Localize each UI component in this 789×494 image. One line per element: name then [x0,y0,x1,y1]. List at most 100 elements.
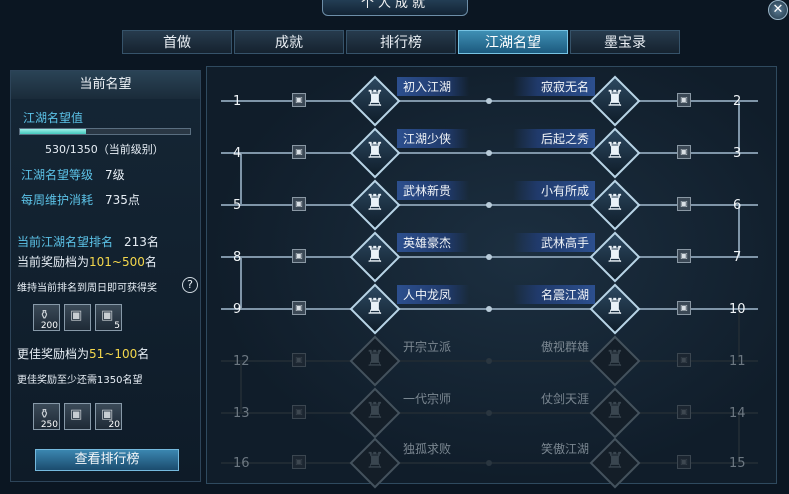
silver-bag-icon[interactable]: ⚱ 200 [33,304,60,331]
ladder-dot [486,254,492,260]
rank-node-8[interactable]: ♜ [349,231,401,283]
rank-node-14[interactable]: ♜ [589,387,641,439]
reward-chest-icon[interactable]: ▣ [677,455,691,469]
warrior-figure-icon: ♜ [605,243,625,268]
chest-icon[interactable]: ▣ [64,403,91,430]
panel-header: 当前名望 [11,71,200,99]
rank-node-10[interactable]: ♜ [589,283,641,335]
silver-bag-icon[interactable]: ⚱ 250 [33,403,60,430]
reward-chest-icon[interactable]: ▣ [677,405,691,419]
tab-achievements[interactable]: 成就 [234,30,344,54]
warrior-figure-icon: ♜ [365,449,385,474]
rank-title-12: 开宗立派 [403,340,452,354]
rank-node-5[interactable]: ♜ [349,179,401,231]
fame-progress-fill [20,129,87,134]
warrior-figure-icon: ♜ [365,191,385,216]
reward-chest-icon[interactable]: ▣ [292,455,306,469]
better-tier-label: 更佳奖励档为 [17,347,90,361]
rank-node-6[interactable]: ♜ [589,179,641,231]
warrior-figure-icon: ♜ [605,87,625,112]
rank-node-1[interactable]: ♜ [349,75,401,127]
window-title: 个人成就 [322,0,468,16]
reward-tier-value: 101~500 [89,255,145,269]
better-tier-line: 更佳奖励档为51~100名 [17,345,149,362]
rank-label: 当前江湖名望排名 [17,235,114,249]
reward-chest-icon[interactable]: ▣ [677,145,691,159]
rank-node-16[interactable]: ♜ [349,437,401,489]
rank-node-12[interactable]: ♜ [349,335,401,387]
chest-icon[interactable]: ▣ [64,304,91,331]
reward-chest-icon[interactable]: ▣ [677,353,691,367]
fame-label: 江湖名望值 [23,111,84,125]
warrior-figure-icon: ♜ [365,87,385,112]
reward-chest-icon[interactable]: ▣ [292,93,306,107]
rank-number-12: 12 [233,354,250,369]
rank-title-15: 笑傲江湖 [540,442,589,456]
warrior-figure-icon: ♜ [365,139,385,164]
reward-tier-line: 当前奖励档为101~500名 [17,253,157,270]
rank-value: 213名 [124,235,159,249]
reward-chest-icon[interactable]: ▣ [677,301,691,315]
rank-number-9: 9 [233,302,242,317]
rank-number-3: 3 [733,146,742,161]
reward-items-current: ⚱ 200 ▣ ▣ 5 [33,304,122,331]
rank-title-5: 武林新贵 [397,181,469,200]
reward-chest-icon[interactable]: ▣ [292,301,306,315]
tab-first-kill[interactable]: 首做 [122,30,232,54]
rank-node-11[interactable]: ♜ [589,335,641,387]
warrior-figure-icon: ♜ [365,399,385,424]
rank-number-10: 10 [729,302,746,317]
rank-number-1: 1 [233,94,242,109]
rank-number-15: 15 [729,456,746,471]
ladder-dot [486,98,492,104]
ladder-path [221,98,758,466]
reward-chest-icon[interactable]: ▣ [677,197,691,211]
rank-title-2: 寂寂无名 [513,77,595,96]
warrior-figure-icon: ♜ [365,347,385,372]
ladder-dot [486,460,492,466]
warrior-figure-icon: ♜ [605,295,625,320]
tab-calligraphy[interactable]: 墨宝录 [570,30,680,54]
ladder-dot [486,358,492,364]
rank-node-7[interactable]: ♜ [589,231,641,283]
rank-title-16: 独孤求败 [403,442,452,456]
reward-chest-icon[interactable]: ▣ [292,197,306,211]
reputation-panel: 当前名望 江湖名望值 530/1350（当前级别） 江湖名望等级 7级 每周维护… [10,70,201,482]
rank-node-2[interactable]: ♜ [589,75,641,127]
view-leaderboard-button[interactable]: 查看排行榜 [35,449,179,471]
rank-title-14: 仗剑天涯 [540,392,589,406]
reward-chest-icon[interactable]: ▣ [292,405,306,419]
chest-icon[interactable]: ▣ 20 [95,403,122,430]
reward-chest-icon[interactable]: ▣ [292,145,306,159]
close-button[interactable]: ✕ [768,0,788,20]
help-icon[interactable]: ? [182,277,198,293]
keep-rank-text: 维持当前排名到周日即可获得奖 [17,283,157,294]
tab-bar: 首做 成就 排行榜 江湖名望 墨宝录 [122,30,680,54]
warrior-figure-icon: ♜ [365,243,385,268]
tab-leaderboard[interactable]: 排行榜 [346,30,456,54]
ladder-dot [486,150,492,156]
rank-title-10: 名震江湖 [513,285,595,304]
warrior-figure-icon: ♜ [605,347,625,372]
chest-icon[interactable]: ▣ 5 [95,304,122,331]
rank-number-11: 11 [729,354,746,369]
tab-reputation[interactable]: 江湖名望 [458,30,568,54]
reward-chest-icon[interactable]: ▣ [292,249,306,263]
rank-node-13[interactable]: ♜ [349,387,401,439]
reward-chest-icon[interactable]: ▣ [677,93,691,107]
rank-number-7: 7 [733,250,742,265]
rank-node-3[interactable]: ♜ [589,127,641,179]
reward-chest-icon[interactable]: ▣ [292,353,306,367]
warrior-figure-icon: ♜ [365,295,385,320]
rank-title-11: 傲视群雄 [540,340,589,354]
rank-node-15[interactable]: ♜ [589,437,641,489]
reward-chest-icon[interactable]: ▣ [677,249,691,263]
rank-node-9[interactable]: ♜ [349,283,401,335]
rank-node-4[interactable]: ♜ [349,127,401,179]
rank-title-9: 人中龙凤 [397,285,469,304]
rank-title-8: 英雄豪杰 [397,233,469,252]
rank-number-13: 13 [233,406,250,421]
level-value: 7级 [105,168,125,182]
rank-number-4: 4 [233,146,242,161]
ladder-dot [486,306,492,312]
